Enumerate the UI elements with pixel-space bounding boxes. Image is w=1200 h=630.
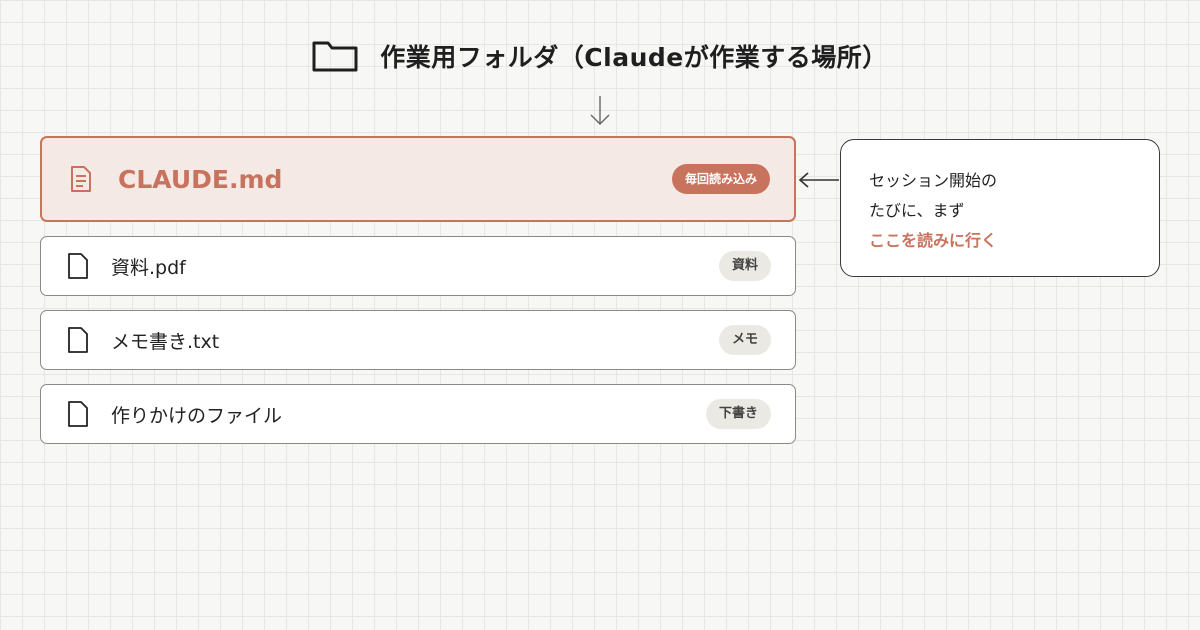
file-icon	[67, 252, 89, 280]
note-line-highlight: ここを読みに行く	[869, 231, 998, 250]
page-title: 作業用フォルダ（Claudeが作業する場所）	[380, 43, 888, 72]
file-name: 作りかけのファイル	[111, 404, 283, 427]
file-name: 資料.pdf	[111, 256, 186, 279]
folder-icon	[312, 39, 358, 73]
file-tag: 資料	[718, 251, 771, 281]
header: 作業用フォルダ（Claudeが作業する場所）	[0, 30, 1200, 82]
file-tag: メモ	[718, 325, 771, 355]
note-line: たびに、まず	[869, 201, 965, 220]
file-name: CLAUDE.md	[118, 164, 283, 194]
file-icon	[67, 400, 89, 428]
note-line: セッション開始の	[869, 171, 998, 190]
file-row-txt[interactable]: メモ書き.txt メモ	[40, 310, 796, 370]
file-tag: 下書き	[705, 399, 771, 429]
file-row-pdf[interactable]: 資料.pdf 資料	[40, 236, 796, 296]
left-arrow-icon	[798, 171, 840, 189]
down-arrow-icon	[588, 94, 612, 128]
file-icon	[67, 326, 89, 354]
file-tag: 毎回読み込み	[671, 164, 770, 194]
note-card: セッション開始の たびに、まず ここを読みに行く	[840, 139, 1160, 277]
file-row-draft[interactable]: 作りかけのファイル 下書き	[40, 384, 796, 444]
file-name: メモ書き.txt	[111, 330, 220, 353]
file-list: CLAUDE.md 毎回読み込み 資料.pdf 資料 メモ書き.txt メモ 作…	[40, 136, 796, 458]
file-row-claude-md[interactable]: CLAUDE.md 毎回読み込み	[40, 136, 796, 222]
document-lines-icon	[70, 165, 92, 193]
